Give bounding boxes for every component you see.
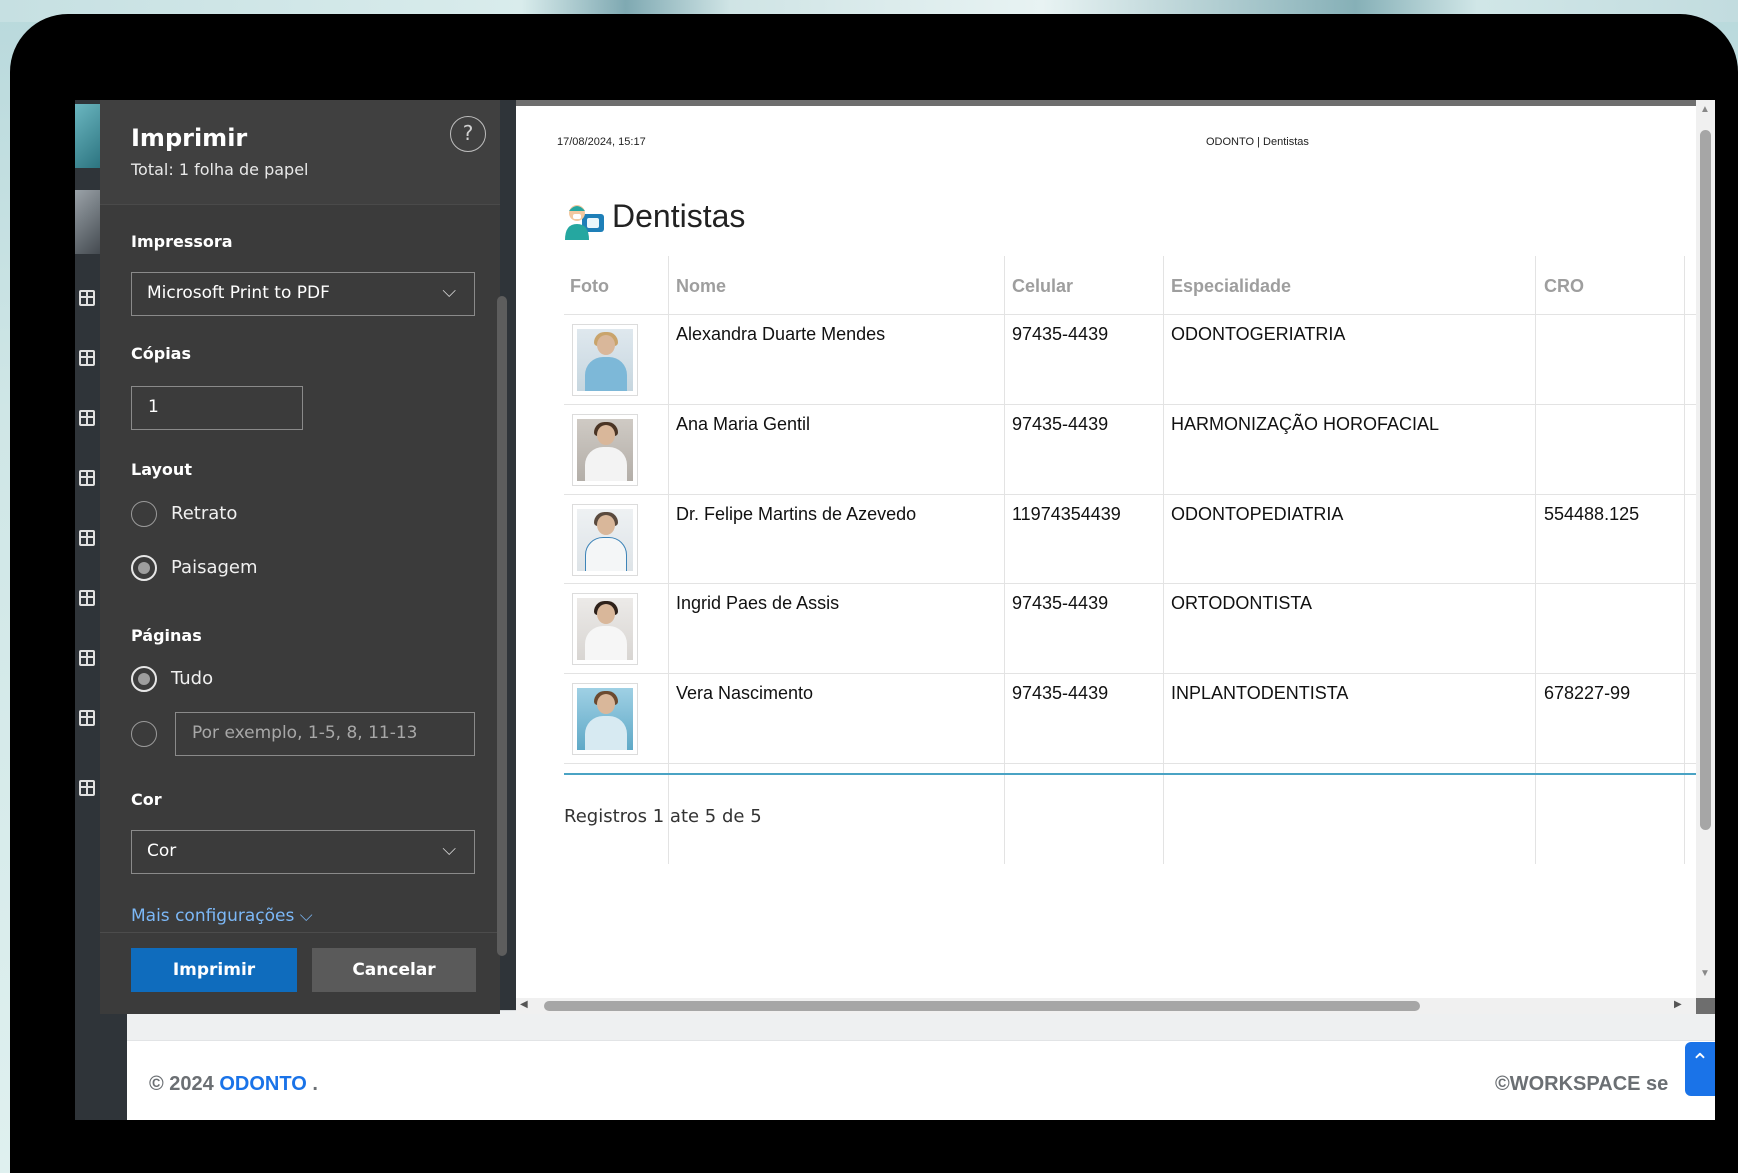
cell-cro: 554488.125 — [1544, 504, 1640, 524]
cell-nome: Vera Nascimento — [676, 683, 814, 703]
column-header-foto: Foto — [570, 276, 609, 296]
cell-celular: 97435-4439 — [1012, 683, 1109, 703]
row-divider — [564, 763, 1696, 764]
pages-label: Páginas — [131, 626, 202, 645]
footer-brand-link[interactable]: ODONTO — [219, 1073, 306, 1095]
nav-grid-icon[interactable] — [79, 710, 95, 726]
dentist-photo — [572, 324, 638, 396]
column-header-nome: Nome — [676, 276, 727, 296]
cell-especialidade: HARMONIZAÇÃO HOROFACIAL — [1171, 414, 1440, 434]
nav-avatar-2[interactable] — [75, 190, 100, 254]
preview-header-title: ODONTO | Dentistas — [1206, 136, 1309, 148]
layout-retrato-radio[interactable] — [131, 501, 157, 527]
cell-nome: Ana Maria Gentil — [676, 414, 811, 434]
cell-celular: 11974354439 — [1012, 504, 1121, 524]
scrollbar-thumb[interactable] — [544, 1001, 1420, 1011]
help-icon[interactable]: ? — [450, 116, 486, 152]
cell-nome: Dr. Felipe Martins de Azevedo — [676, 504, 917, 524]
scroll-left-icon[interactable]: ◀ — [520, 999, 528, 1010]
cell-especialidade: ODONTOGERIATRIA — [1171, 324, 1346, 344]
scroll-down-icon[interactable]: ▼ — [1700, 968, 1710, 979]
dentist-photo — [572, 593, 638, 665]
row-divider — [564, 673, 1696, 674]
print-settings-panel: Imprimir Total: 1 folha de papel ? Impre… — [100, 100, 500, 1014]
nav-grid-icon[interactable] — [79, 290, 95, 306]
dentist-photo — [572, 683, 638, 755]
cell-nome: Ingrid Paes de Assis — [676, 593, 840, 613]
copies-input[interactable]: 1 — [131, 386, 303, 430]
nav-grid-icon[interactable] — [79, 650, 95, 666]
color-select[interactable]: Cor ⌵ — [131, 830, 475, 874]
row-divider — [564, 494, 1696, 495]
layout-paisagem-radio[interactable] — [131, 555, 157, 581]
scrollbar-thumb[interactable] — [1700, 130, 1711, 830]
cell-celular: 97435-4439 — [1012, 593, 1109, 613]
scroll-up-icon[interactable]: ▲ — [1700, 104, 1710, 115]
pages-all-label[interactable]: Tudo — [171, 668, 213, 689]
table-bottom-rule — [564, 773, 1696, 775]
nav-grid-icon[interactable] — [79, 470, 95, 486]
preview-horizontal-scrollbar[interactable]: ◀ ▶ — [516, 998, 1696, 1014]
cell-especialidade: ORTODONTISTA — [1171, 593, 1313, 613]
row-divider — [564, 583, 1696, 584]
column-header-especialidade: Especialidade — [1171, 276, 1292, 296]
chevron-down-icon: ⌵ — [442, 839, 456, 860]
color-label: Cor — [131, 790, 162, 809]
footer-copyright: © 2024 ODONTO . — [149, 1073, 318, 1095]
cell-celular: 97435-4439 — [1012, 324, 1109, 344]
dentist-photo — [572, 414, 638, 486]
layout-label: Layout — [131, 460, 192, 479]
chevron-down-icon: ⌵ — [442, 281, 456, 302]
nav-grid-icon[interactable] — [79, 590, 95, 606]
print-button[interactable]: Imprimir — [131, 948, 297, 992]
preview-date: 17/08/2024, 15:17 — [557, 136, 646, 148]
print-header: Imprimir Total: 1 folha de papel ? — [100, 100, 500, 205]
footer-workspace-text: ©WORKSPACE se — [1495, 1073, 1669, 1095]
cell-celular: 97435-4439 — [1012, 414, 1109, 434]
nav-grid-icon[interactable] — [79, 530, 95, 546]
site-footer: © 2024 ODONTO . ©WORKSPACE se — [127, 1040, 1715, 1120]
print-title: Imprimir — [131, 124, 248, 152]
cell-especialidade: ODONTOPEDIATRIA — [1171, 504, 1344, 524]
more-settings-link[interactable]: Mais configurações ⌵ — [131, 906, 313, 926]
scroll-to-top-button[interactable]: ⌃ — [1685, 1042, 1715, 1096]
cancel-button[interactable]: Cancelar — [312, 948, 476, 992]
cell-cro: 678227-99 — [1544, 683, 1631, 703]
copies-label: Cópias — [131, 344, 191, 363]
pages-custom-radio[interactable] — [131, 721, 157, 747]
dentist-icon — [565, 205, 604, 240]
preview-vertical-scrollbar[interactable]: ▲ ▼ — [1696, 100, 1715, 998]
settings-scrollbar[interactable] — [497, 296, 507, 956]
records-count: Registros 1 ate 5 de 5 — [564, 806, 762, 827]
pages-all-radio[interactable] — [131, 666, 157, 692]
preview-heading: Dentistas — [612, 198, 746, 234]
nav-grid-icon[interactable] — [79, 780, 95, 796]
layout-paisagem-label[interactable]: Paisagem — [171, 557, 258, 578]
column-header-celular: Celular — [1012, 276, 1074, 296]
print-sheet-total: Total: 1 folha de papel — [131, 160, 309, 179]
cell-nome: Alexandra Duarte Mendes — [676, 324, 886, 344]
pages-custom-input[interactable]: Por exemplo, 1-5, 8, 11-13 — [175, 712, 475, 756]
dentist-photo — [572, 504, 638, 576]
device-frame: © 2024 ODONTO . ©WORKSPACE se ⌃ Imprimir… — [10, 14, 1738, 1173]
column-header-cro: CRO — [1544, 276, 1584, 296]
nav-avatar-1[interactable] — [75, 104, 100, 168]
row-divider — [564, 314, 1696, 315]
app-side-nav — [75, 100, 100, 1120]
printer-label: Impressora — [131, 232, 233, 251]
row-divider — [564, 404, 1696, 405]
cell-especialidade: INPLANTODENTISTA — [1171, 683, 1349, 703]
nav-grid-icon[interactable] — [79, 350, 95, 366]
browser-screen: © 2024 ODONTO . ©WORKSPACE se ⌃ Imprimir… — [75, 100, 1715, 1120]
printer-select[interactable]: Microsoft Print to PDF ⌵ — [131, 272, 475, 316]
layout-retrato-label[interactable]: Retrato — [171, 503, 237, 524]
print-preview-page: 17/08/2024, 15:17 ODONTO | Dentistas Den… — [516, 106, 1696, 998]
nav-grid-icon[interactable] — [79, 410, 95, 426]
scroll-right-icon[interactable]: ▶ — [1674, 999, 1682, 1010]
